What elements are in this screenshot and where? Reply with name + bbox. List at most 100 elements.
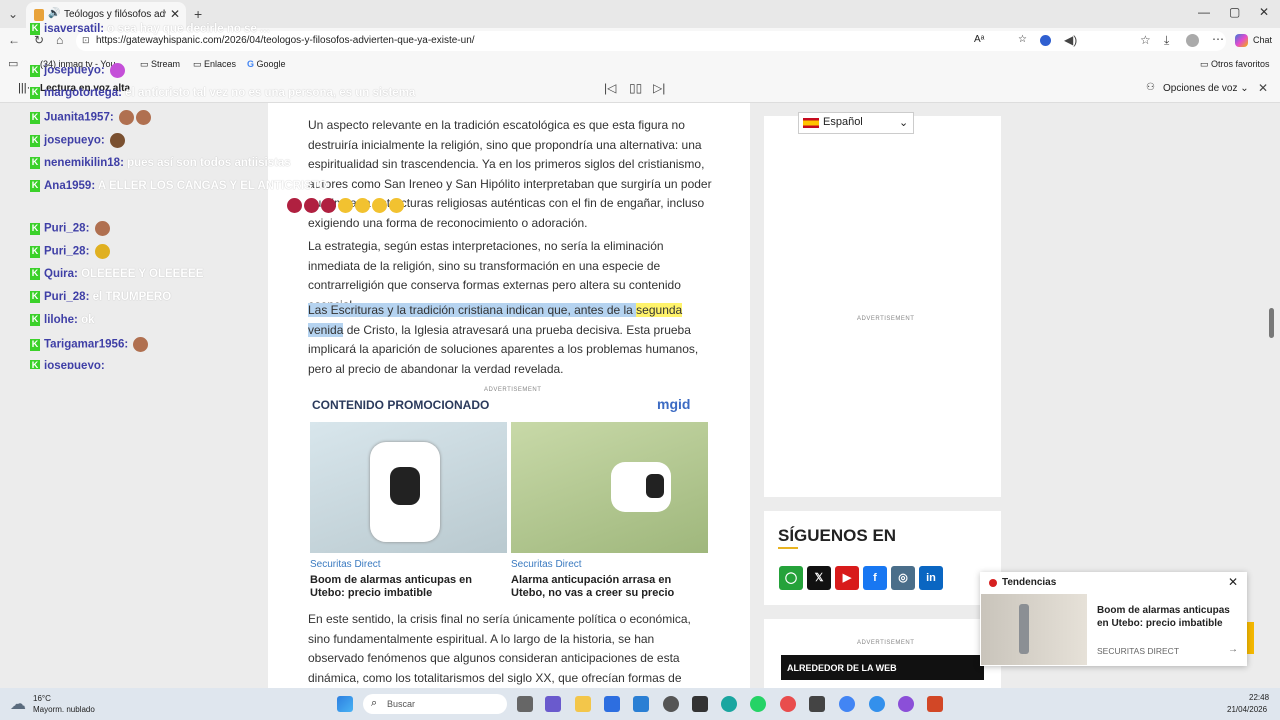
taskbar-search[interactable]: ⌕ Buscar — [363, 694, 507, 714]
x-icon[interactable]: 𝕏 — [807, 566, 831, 590]
language-select[interactable]: Español ⌄ — [798, 112, 914, 134]
arrow-right-icon: → — [1228, 644, 1238, 655]
app-icon[interactable] — [692, 696, 708, 712]
kick-badge-icon: K — [30, 245, 40, 258]
search-icon: ⌕ — [371, 697, 378, 709]
camera-shape — [370, 442, 440, 542]
kick-badge-icon: K — [30, 111, 40, 124]
kick-badge-icon: K — [30, 360, 40, 369]
promo-image-camera-hand[interactable] — [310, 422, 507, 553]
chat-message: K Ana1959: A ELLER LOS CANGAS Y EL ANTICR… — [30, 180, 328, 193]
app-icon[interactable] — [898, 696, 914, 712]
extension-icon[interactable] — [1040, 35, 1051, 46]
home-icon[interactable]: ⌂ — [56, 33, 63, 47]
close-tab-icon[interactable]: ✕ — [170, 7, 180, 21]
powerpoint-icon[interactable] — [927, 696, 943, 712]
promo-source[interactable]: Securitas Direct — [310, 559, 381, 570]
chevron-down-icon: ⌄ — [899, 117, 909, 129]
telegram-icon[interactable] — [869, 696, 885, 712]
more-menu-icon[interactable]: ⋯ — [1212, 32, 1224, 46]
camera-lens — [646, 474, 664, 498]
emote-icon — [94, 244, 110, 259]
app-icon[interactable] — [809, 696, 825, 712]
file-explorer-icon[interactable] — [575, 696, 591, 712]
laughing-emoji-icon — [372, 198, 387, 214]
edge-icon[interactable] — [721, 696, 737, 712]
read-aloud-icon[interactable]: Aᵃ — [974, 34, 984, 45]
web-header: ALREDEDOR DE LA WEB — [781, 655, 984, 680]
chat-message: K Puri_28: — [30, 221, 110, 236]
downloads-icon[interactable]: ⤓ — [1164, 33, 1169, 48]
promo-title[interactable]: Alarma anticupación arrasa en Utebo, no … — [511, 574, 701, 600]
voice-options[interactable]: Opciones de voz ⌄ — [1163, 83, 1249, 94]
promo-image-camera-wall[interactable] — [511, 422, 708, 553]
linkedin-icon[interactable]: in — [919, 566, 943, 590]
scrollbar-thumb[interactable] — [1269, 308, 1274, 338]
copilot-icon[interactable] — [1235, 34, 1248, 47]
tab-list-icon[interactable]: ⌄ — [8, 7, 18, 21]
close-read-aloud-icon[interactable]: ✕ — [1258, 81, 1268, 95]
weather-temp[interactable]: 16°C — [33, 694, 51, 703]
other-favorites[interactable]: ▭ Otros favoritos — [1200, 59, 1270, 70]
refresh-icon[interactable]: ↻ — [34, 33, 44, 47]
door-handle-shape — [1019, 604, 1029, 654]
site-favicon — [34, 9, 44, 21]
trending-icon — [989, 579, 997, 587]
chrome-icon[interactable] — [839, 696, 855, 712]
profile-avatar[interactable] — [1186, 34, 1199, 47]
previous-paragraph-icon[interactable]: |◁ — [604, 81, 616, 95]
language-value: Español — [823, 116, 863, 128]
favorite-star-icon[interactable]: ☆ — [1018, 34, 1027, 45]
trending-toast[interactable]: Tendencias ✕ Boom de alarmas anticupas e… — [980, 572, 1247, 666]
back-icon[interactable]: ← — [8, 33, 20, 47]
article-paragraph: Un aspecto relevante en la tradición esc… — [308, 118, 712, 230]
chat-message: Knenemikilin18: pues así son todos antii… — [30, 157, 291, 170]
weather-desc[interactable]: Mayorm. nublado — [33, 705, 95, 714]
whatsapp-icon[interactable] — [750, 696, 766, 712]
store-icon[interactable] — [604, 696, 620, 712]
toast-image — [981, 594, 1087, 665]
minimize-icon[interactable]: — — [1198, 5, 1210, 19]
kick-badge-icon: K — [30, 222, 40, 235]
maximize-icon[interactable]: ▢ — [1229, 5, 1240, 19]
chrome-icon[interactable] — [780, 696, 796, 712]
close-toast-icon[interactable]: ✕ — [1228, 575, 1238, 589]
youtube-icon[interactable]: ▶ — [835, 566, 859, 590]
camera-lens — [390, 467, 420, 505]
kick-badge-icon: K — [30, 87, 40, 99]
laughing-emoji-icon — [355, 198, 370, 214]
pause-icon[interactable]: ▯▯ — [629, 81, 642, 95]
promo-source[interactable]: Securitas Direct — [511, 559, 582, 570]
whatsapp-icon[interactable]: ◯ — [779, 566, 803, 590]
app-icon[interactable] — [663, 696, 679, 712]
kick-badge-icon: K — [30, 338, 40, 351]
favorites-icon[interactable]: ☆ — [1140, 33, 1151, 47]
new-tab-icon[interactable]: + — [194, 6, 202, 22]
volume-icon[interactable]: ◀) — [1064, 33, 1077, 47]
chat-message: K Tarigamar1956: — [30, 337, 149, 352]
close-window-icon[interactable]: ✕ — [1259, 5, 1269, 19]
task-view-icon[interactable] — [517, 696, 533, 712]
windows-start-icon[interactable] — [337, 696, 353, 712]
bookmark-stream[interactable]: ▭ Stream — [140, 59, 180, 70]
next-paragraph-icon[interactable]: ▷| — [653, 81, 665, 95]
bookmark-enlaces[interactable]: ▭ Enlaces — [193, 59, 236, 70]
promo-title[interactable]: Boom de alarmas anticupas en Utebo: prec… — [310, 574, 500, 600]
heart-emoji-icon — [304, 198, 319, 214]
tablet-icon[interactable]: ▭ — [8, 57, 18, 70]
outlook-icon[interactable] — [633, 696, 649, 712]
clock-date[interactable]: 21/04/2026 — [1227, 705, 1267, 714]
bookmark-google[interactable]: G Google — [247, 59, 286, 69]
chat-label[interactable]: Chat — [1253, 35, 1272, 45]
chat-message: Kjosepueyo: — [30, 63, 125, 78]
ad-label: ADVERTISEMENT — [857, 316, 915, 322]
kick-badge-icon: K — [30, 268, 40, 280]
clock-time[interactable]: 22:48 — [1249, 693, 1269, 702]
facebook-icon[interactable]: f — [863, 566, 887, 590]
heart-emoji-icon — [287, 198, 302, 214]
chat-message: K Quira: OLEEEEE Y OLEEEEE — [30, 268, 204, 281]
teams-icon[interactable] — [545, 696, 561, 712]
ad-label: ADVERTISEMENT — [857, 640, 915, 646]
instagram-icon[interactable]: ◎ — [891, 566, 915, 590]
mgid-logo[interactable]: mgid — [657, 396, 690, 412]
